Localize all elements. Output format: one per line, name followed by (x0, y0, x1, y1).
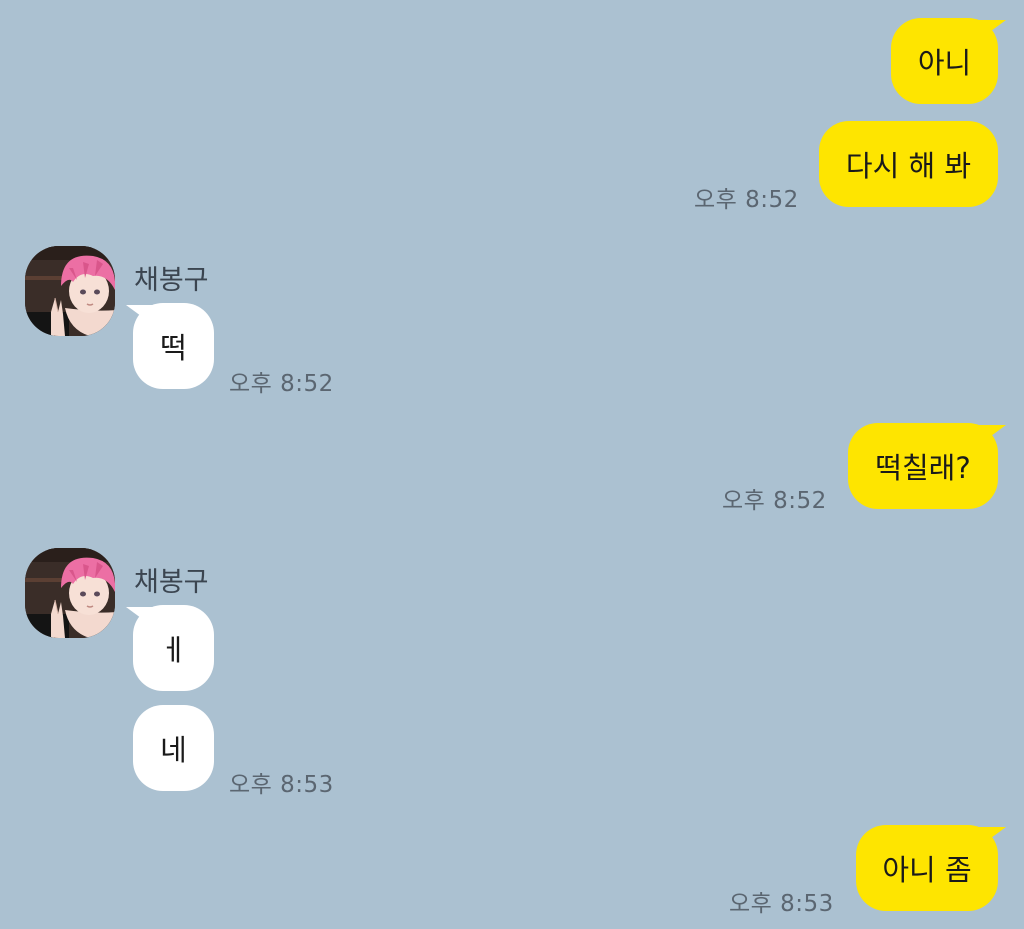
avatar-image (25, 246, 115, 336)
message-timestamp: 오후 8:52 (694, 187, 799, 213)
my-message-bubble[interactable]: 아니 (891, 18, 998, 104)
message-timestamp: 오후 8:53 (729, 891, 834, 917)
message-text: 다시 해 봐 (845, 149, 972, 183)
message-text: 아니 좀 (882, 853, 972, 887)
sender-name: 채봉구 (134, 265, 209, 296)
their-message-bubble[interactable]: 네 (133, 705, 214, 791)
my-message-bubble[interactable]: 떡칠래? (848, 423, 998, 509)
my-message-bubble[interactable]: 다시 해 봐 (819, 121, 998, 207)
message-text: ㅔ (160, 633, 187, 667)
their-message-bubble[interactable]: ㅔ (133, 605, 214, 691)
message-timestamp: 오후 8:52 (229, 371, 334, 397)
message-text: 아니 (917, 46, 972, 80)
message-timestamp: 오후 8:52 (722, 488, 827, 514)
message-text: 네 (160, 733, 187, 767)
my-message-bubble[interactable]: 아니 좀 (856, 825, 998, 911)
message-text: 떡 (160, 331, 187, 365)
avatar-image (25, 548, 115, 638)
sender-name: 채봉구 (134, 567, 209, 598)
their-message-bubble[interactable]: 떡 (133, 303, 214, 389)
sender-avatar[interactable] (25, 246, 115, 336)
sender-avatar[interactable] (25, 548, 115, 638)
message-text: 떡칠래? (875, 451, 971, 485)
message-timestamp: 오후 8:53 (229, 772, 334, 798)
